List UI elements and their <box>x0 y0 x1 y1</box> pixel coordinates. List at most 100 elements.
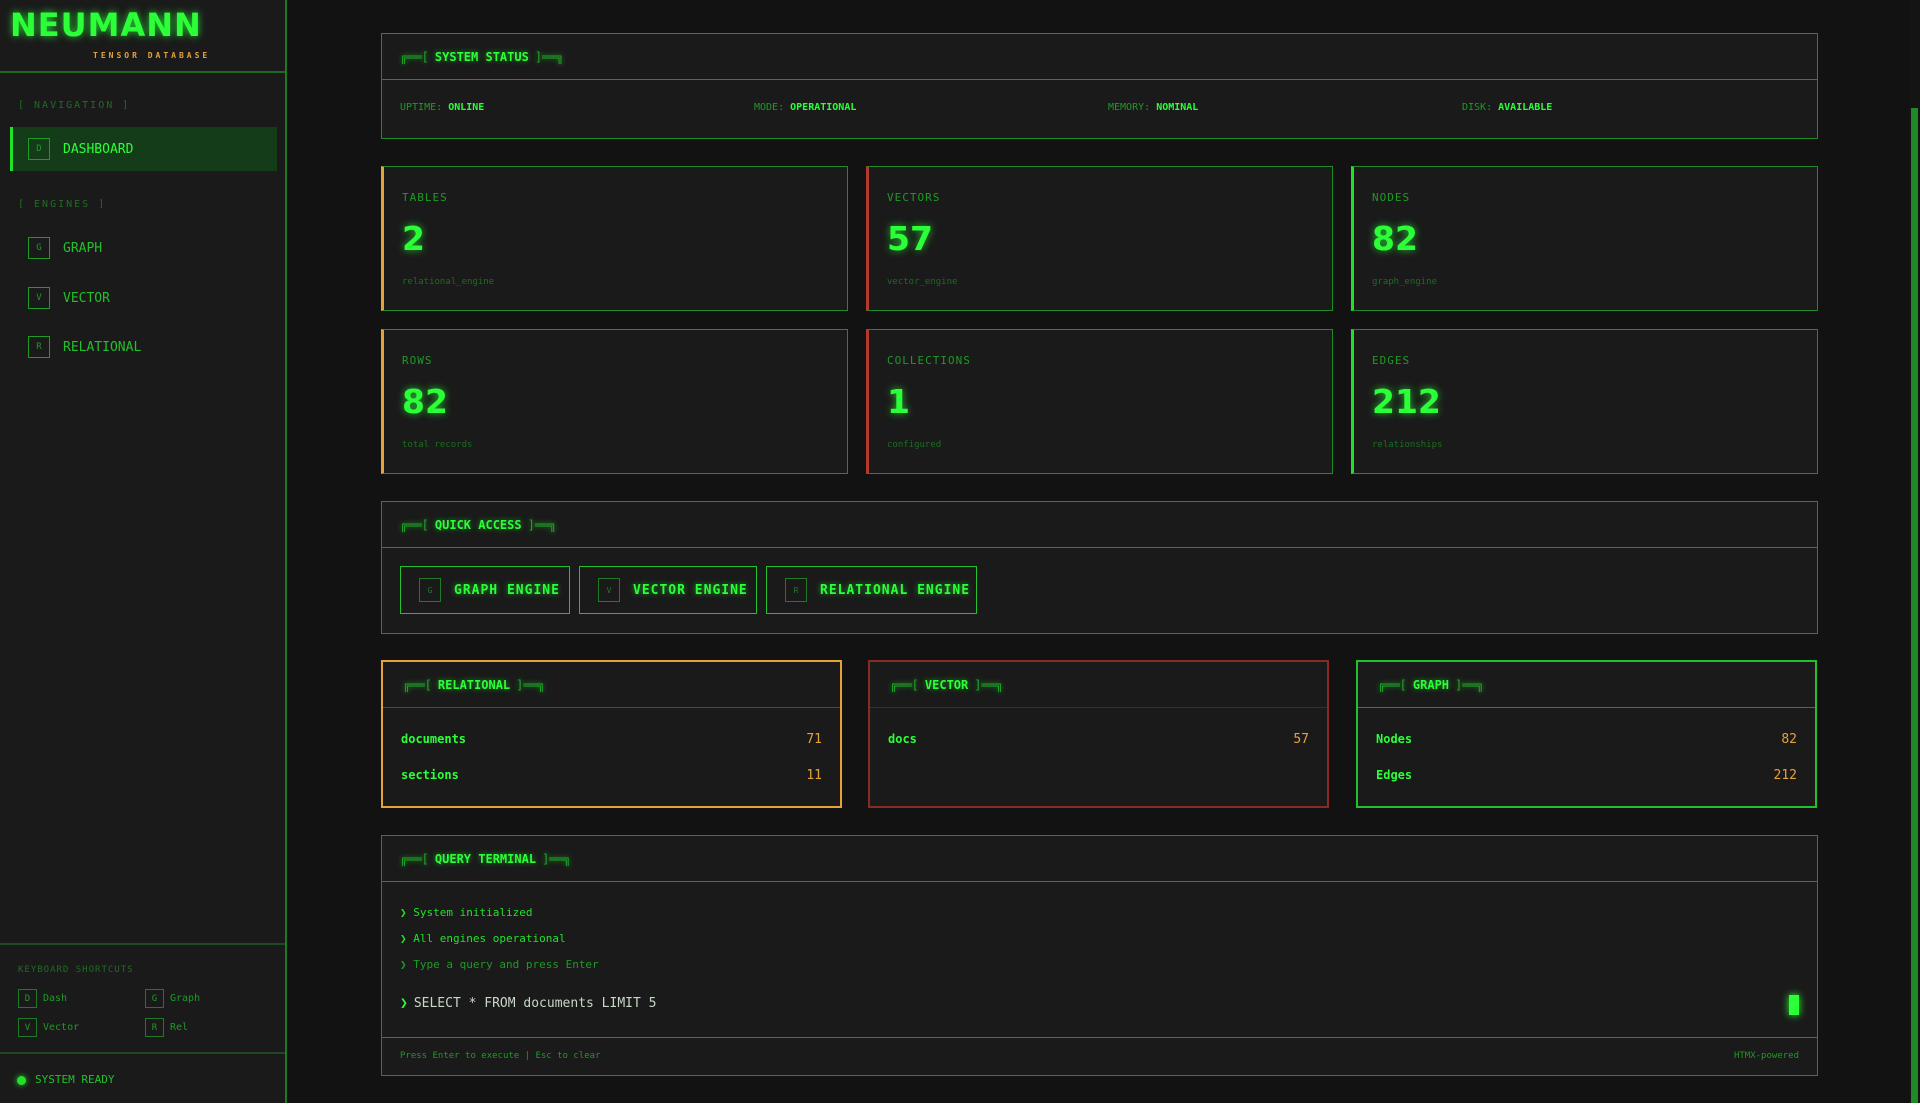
keyboard-shortcuts: KEYBOARD SHORTCUTS D Dash G Graph V Vect… <box>0 943 285 1053</box>
prompt-icon: ❯ <box>400 996 408 1011</box>
shortcut-label: Graph <box>170 993 201 1004</box>
terminal-line: ❯ System initialized <box>400 906 532 919</box>
panel-title: SYSTEM STATUS <box>434 49 529 64</box>
sidebar-item-label: RELATIONAL <box>63 339 142 355</box>
powered-by: HTMX-powered <box>1733 1051 1799 1061</box>
status-label: MODE: <box>754 102 785 113</box>
status-value: OPERATIONAL <box>790 102 857 113</box>
panel-header: ╔══[ QUERY TERMINAL ]══╗ <box>382 836 1817 882</box>
bracket-right: ]══╗ <box>516 677 546 692</box>
shortcut-dash: D Dash <box>18 989 67 1008</box>
row-count: 57 <box>1293 732 1309 747</box>
status-value: NOMINAL <box>1156 102 1199 113</box>
panel-header: ╔══[ QUICK ACCESS ]══╗ <box>382 502 1817 548</box>
system-status-panel: ╔══[ SYSTEM STATUS ]══╗ UPTIME: ONLINE M… <box>381 33 1818 139</box>
vector-key-icon: V <box>598 578 620 602</box>
terminal-cursor <box>1789 995 1799 1015</box>
query-input[interactable]: ❯ SELECT * FROM documents LIMIT 5 <box>400 996 656 1011</box>
vector-engine-panel[interactable]: ╔══[ VECTOR ]══╗ docs 57 <box>868 660 1329 808</box>
table-row[interactable]: documents 71 <box>401 732 822 747</box>
bracket-left: ╔══[ <box>400 517 429 532</box>
graph-engine-button[interactable]: G GRAPH ENGINE <box>400 566 570 614</box>
table-row[interactable]: Edges 212 <box>1376 768 1797 783</box>
sidebar-item-vector[interactable]: V VECTOR <box>10 276 277 320</box>
button-label: GRAPH ENGINE <box>454 582 560 598</box>
terminal-line: ❯ All engines operational <box>400 932 566 945</box>
stat-value: 1 <box>887 382 910 421</box>
stat-sub: relational_engine <box>402 277 495 287</box>
status-label: UPTIME: <box>400 102 443 113</box>
status-mode: MODE: OPERATIONAL <box>754 102 856 113</box>
prompt-icon: ❯ <box>400 906 407 919</box>
row-name: documents <box>401 732 467 746</box>
stat-sub: relationships <box>1372 440 1443 450</box>
scrollbar-thumb[interactable] <box>1911 108 1918 1103</box>
sidebar-item-dashboard[interactable]: D DASHBOARD <box>10 127 277 171</box>
panel-title: RELATIONAL <box>437 677 511 692</box>
sidebar-item-graph[interactable]: G GRAPH <box>10 226 277 270</box>
button-label: RELATIONAL ENGINE <box>820 582 971 598</box>
sidebar-item-label: DASHBOARD <box>63 141 134 157</box>
graph-key-icon: G <box>419 578 441 602</box>
status-label: DISK: <box>1462 102 1493 113</box>
status-value: AVAILABLE <box>1498 102 1553 113</box>
bracket-right: ]══╗ <box>974 677 1004 692</box>
status-memory: MEMORY: NOMINAL <box>1108 102 1198 113</box>
stat-card-edges: EDGES 212 relationships <box>1351 329 1818 474</box>
row-count: 71 <box>806 732 822 747</box>
engines-section-title: [ ENGINES ] <box>18 199 107 210</box>
quick-access-panel: ╔══[ QUICK ACCESS ]══╗ G GRAPH ENGINE V … <box>381 501 1818 634</box>
stat-sub: graph_engine <box>1372 277 1438 287</box>
terminal-help: Press Enter to execute | Esc to clear <box>400 1051 601 1061</box>
stat-label: ROWS <box>402 354 433 367</box>
bracket-left: ╔══[ <box>1378 677 1407 692</box>
brand-logo[interactable]: NEUMANN <box>10 6 202 44</box>
status-value: ONLINE <box>448 102 485 113</box>
prompt-icon: ❯ <box>400 932 407 945</box>
sidebar-item-label: VECTOR <box>63 290 110 306</box>
key-icon: G <box>145 989 164 1008</box>
table-row[interactable]: docs 57 <box>888 732 1309 747</box>
button-label: VECTOR ENGINE <box>633 582 748 598</box>
sidebar-item-relational[interactable]: R RELATIONAL <box>10 325 277 369</box>
prompt-icon: ❯ <box>400 958 407 971</box>
row-name: sections <box>401 768 459 782</box>
shortcut-label: Dash <box>43 993 68 1004</box>
shortcut-vector: V Vector <box>18 1018 79 1037</box>
panel-header: ╔══[ VECTOR ]══╗ <box>870 662 1327 708</box>
relational-engine-button[interactable]: R RELATIONAL ENGINE <box>766 566 977 614</box>
bracket-right: ]══╗ <box>534 49 564 64</box>
relational-key-icon: R <box>785 578 807 602</box>
panel-header: ╔══[ GRAPH ]══╗ <box>1358 662 1815 708</box>
graph-engine-panel[interactable]: ╔══[ GRAPH ]══╗ Nodes 82 Edges 212 <box>1356 660 1817 808</box>
brand: NEUMANN TENSOR DATABASE <box>0 0 285 73</box>
query-terminal-panel: ╔══[ QUERY TERMINAL ]══╗ ❯ System initia… <box>381 835 1818 1076</box>
sidebar: NEUMANN TENSOR DATABASE [ NAVIGATION ] D… <box>0 0 287 1103</box>
key-icon: D <box>18 989 37 1008</box>
terminal-line-text: System initialized <box>413 906 533 919</box>
bracket-right: ]══╗ <box>542 851 571 866</box>
key-icon: V <box>18 1018 37 1037</box>
shortcuts-title: KEYBOARD SHORTCUTS <box>18 965 134 975</box>
row-name: Nodes <box>1376 732 1413 746</box>
relational-engine-panel[interactable]: ╔══[ RELATIONAL ]══╗ documents 71 sectio… <box>381 660 842 808</box>
bracket-left: ╔══[ <box>400 851 429 866</box>
query-input-value[interactable]: SELECT * FROM documents LIMIT 5 <box>414 996 657 1011</box>
table-row[interactable]: Nodes 82 <box>1376 732 1797 747</box>
panel-header: ╔══[ RELATIONAL ]══╗ <box>383 662 840 708</box>
bracket-left: ╔══[ <box>403 677 432 692</box>
shortcut-graph: G Graph <box>145 989 200 1008</box>
stat-label: TABLES <box>402 191 448 204</box>
status-label: MEMORY: <box>1108 102 1151 113</box>
status-disk: DISK: AVAILABLE <box>1462 102 1552 113</box>
row-count: 212 <box>1773 768 1797 783</box>
nav-section-title: [ NAVIGATION ] <box>18 100 131 111</box>
table-row[interactable]: sections 11 <box>401 768 822 783</box>
system-ready-label: SYSTEM READY <box>35 1073 115 1086</box>
bracket-left: ╔══[ <box>890 677 919 692</box>
shortcut-rel: R Rel <box>145 1018 188 1037</box>
scrollbar-track[interactable] <box>1909 0 1920 1103</box>
stat-sub: total records <box>402 440 473 450</box>
panel-title: GRAPH <box>1412 677 1450 692</box>
vector-engine-button[interactable]: V VECTOR ENGINE <box>579 566 757 614</box>
